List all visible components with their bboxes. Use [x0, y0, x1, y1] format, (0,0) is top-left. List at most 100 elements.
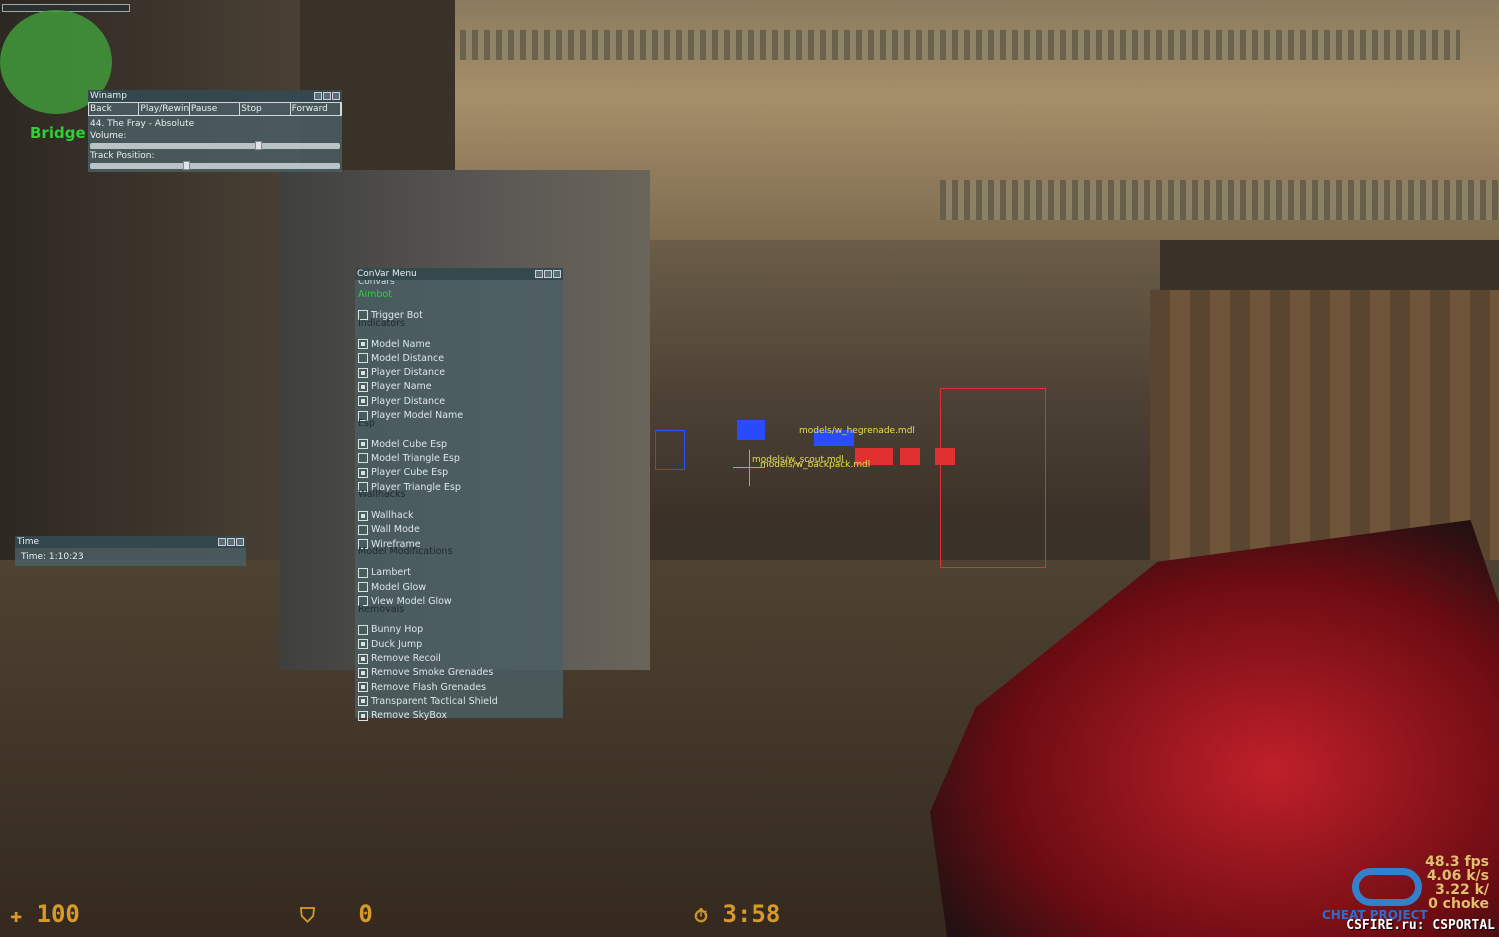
track-title: 44. The Fray - Absolute: [90, 119, 195, 129]
checkbox-label: Remove Flash Grenades: [371, 681, 487, 693]
checkbox-checked-icon[interactable]: [358, 439, 368, 450]
winamp-window: Winamp Back Play/Rewind Pause Stop Forwa…: [88, 90, 342, 172]
menu-checkbox-item[interactable]: Wallhack: [355, 508, 563, 522]
checkbox-checked-icon[interactable]: [358, 339, 368, 350]
volume-slider[interactable]: [90, 141, 340, 150]
minimize-icon[interactable]: [535, 270, 543, 278]
maximize-icon[interactable]: [544, 270, 552, 278]
menu-checkbox-item[interactable]: Player Name: [355, 380, 563, 394]
checkbox-checked-icon[interactable]: [358, 667, 368, 678]
slider-knob[interactable]: [255, 141, 262, 150]
checkbox-checked-icon[interactable]: [358, 653, 368, 664]
time-value: Time: 1:10:23: [21, 552, 84, 562]
netgraph: 48.3 fps 4.06 k/s 3.22 k/ 0 choke: [1425, 855, 1489, 911]
esp-player-box: [940, 388, 1046, 568]
pause-button[interactable]: Pause: [190, 103, 241, 115]
checkbox-unchecked-icon[interactable]: [358, 624, 368, 635]
checkbox-checked-icon[interactable]: [358, 696, 368, 707]
fps: 48.3 fps: [1425, 854, 1489, 870]
checkbox-label: Duck Jump: [371, 638, 423, 650]
menu-checkbox-item[interactable]: Lambert: [355, 566, 563, 580]
convar-menu: ConVar Menu Convars Aimbot Trigger Bot Ind…: [355, 268, 563, 721]
menu-checkbox-item[interactable]: Player Distance: [355, 365, 563, 379]
checkbox-checked-icon[interactable]: [358, 467, 368, 478]
menu-checkbox-item[interactable]: Remove Recoil: [355, 651, 563, 665]
menu-section-label: Removals: [355, 604, 563, 623]
checkbox-label: Model Triangle Esp: [371, 452, 460, 464]
menu-checkbox-item[interactable]: Transparent Tactical Shield: [355, 694, 563, 708]
esp-player-box: [655, 430, 685, 470]
health-value: 100: [36, 900, 80, 928]
menu-checkbox-item[interactable]: Remove Flash Grenades: [355, 680, 563, 694]
health-cross-icon: ✚: [10, 903, 23, 927]
checkbox-unchecked-icon[interactable]: [358, 453, 368, 464]
menu-checkbox-item[interactable]: Model Distance: [355, 351, 563, 365]
checkbox-checked-icon[interactable]: [358, 381, 368, 392]
time-titlebar[interactable]: Time: [15, 536, 246, 548]
maximize-icon[interactable]: [323, 92, 331, 100]
checkbox-label: Remove Smoke Grenades: [371, 667, 494, 679]
checkbox-checked-icon[interactable]: [358, 639, 368, 650]
time-window: Time Time: 1:10:23: [15, 536, 246, 566]
checkbox-checked-icon[interactable]: [358, 510, 368, 521]
minimize-icon[interactable]: [218, 538, 226, 546]
map-name: Bridge: [30, 124, 86, 142]
menu-section-label: Model Modifications: [355, 546, 563, 565]
close-icon[interactable]: [332, 92, 340, 100]
checkbox-checked-icon[interactable]: [358, 367, 368, 378]
checkbox-checked-icon[interactable]: [358, 710, 368, 721]
track-position-slider[interactable]: [90, 161, 340, 170]
menu-checkbox-item[interactable]: Duck Jump: [355, 637, 563, 651]
menu-checkbox-item[interactable]: Remove SkyBox: [355, 709, 563, 723]
menu-checkbox-item[interactable]: Bunny Hop: [355, 623, 563, 637]
checkbox-label: Transparent Tactical Shield: [371, 695, 498, 707]
close-icon[interactable]: [236, 538, 244, 546]
menu-checkbox-item[interactable]: Model Glow: [355, 580, 563, 594]
checkbox-checked-icon[interactable]: [358, 396, 368, 407]
window-title: Time: [17, 537, 40, 547]
section-label-text: Esp: [358, 417, 375, 429]
crosshair: [749, 450, 750, 486]
menu-checkbox-item[interactable]: Player Cube Esp: [355, 466, 563, 480]
checkbox-label: Remove Recoil: [371, 653, 441, 665]
checkbox-unchecked-icon[interactable]: [358, 524, 368, 535]
esp-model-cube: [900, 448, 920, 465]
menu-section-label: Esp: [355, 418, 563, 437]
menu-checkbox-item[interactable]: Model Triangle Esp: [355, 451, 563, 465]
checkbox-unchecked-icon[interactable]: [358, 353, 368, 364]
checkbox-unchecked-icon[interactable]: [358, 582, 368, 593]
back-button[interactable]: Back: [89, 103, 140, 115]
ceiling-beam: [940, 180, 1499, 220]
section-label-text: Indicators: [358, 317, 405, 329]
menu-checkbox-item[interactable]: Remove Smoke Grenades: [355, 666, 563, 680]
winamp-titlebar[interactable]: Winamp: [88, 90, 342, 102]
play-rewind-button[interactable]: Play/Rewind: [139, 103, 190, 115]
checkbox-label: Wall Mode: [371, 524, 420, 536]
crosshair: [733, 467, 765, 468]
forward-button[interactable]: Forward: [291, 103, 342, 115]
checkbox-label: Model Distance: [371, 352, 445, 364]
maximize-icon[interactable]: [227, 538, 235, 546]
menu-checkbox-item[interactable]: Model Name: [355, 337, 563, 351]
menu-section-label: Wallhacks: [355, 489, 563, 508]
corridor: [640, 240, 1160, 520]
checkbox-checked-icon[interactable]: [358, 682, 368, 693]
netgraph-out: 3.22 k/: [1435, 882, 1489, 898]
slider-knob[interactable]: [182, 161, 190, 170]
checkbox-label: Model Name: [371, 338, 431, 350]
menu-checkbox-item[interactable]: Wall Mode: [355, 523, 563, 537]
minimize-icon[interactable]: [314, 92, 322, 100]
hud-armor: ⛉ 0: [300, 900, 373, 928]
close-icon[interactable]: [553, 270, 561, 278]
stop-button[interactable]: Stop: [240, 103, 291, 115]
menu-checkbox-item[interactable]: Player Model Name: [355, 408, 563, 422]
menu-checkbox-item[interactable]: Model Cube Esp: [355, 437, 563, 451]
checkbox-unchecked-icon[interactable]: [358, 567, 368, 578]
menu-titlebar[interactable]: ConVar Menu: [355, 268, 563, 280]
watermark: CSFIRE.ru: CSPORTAL: [1346, 918, 1495, 933]
hud-health: ✚ 100: [10, 900, 80, 928]
section-label-text: Model Modifications: [358, 546, 453, 558]
menu-checkbox-item[interactable]: Player Distance: [355, 394, 563, 408]
section-label-text: Removals: [358, 603, 405, 615]
window-title: ConVar Menu: [357, 269, 417, 279]
